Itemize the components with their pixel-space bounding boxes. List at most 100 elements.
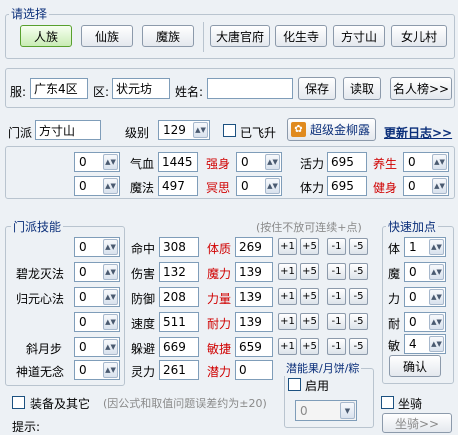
potential-enable-checkbox[interactable] [288,378,301,391]
save-button[interactable]: 保存 [298,77,336,100]
attr-step-button[interactable]: +1 [278,313,297,330]
yangsheng-spinner[interactable]: 0 ▲▼ [403,152,449,172]
spin-arrow-icon[interactable]: ▲▼ [429,336,444,352]
skill-spinner-3[interactable]: 0 ▲▼ [74,287,120,307]
level-arrow-icon[interactable]: ▲▼ [193,122,208,138]
attr-step-button[interactable]: -1 [327,338,346,355]
spin-arrow-icon[interactable]: ▲▼ [429,289,444,305]
name-field[interactable] [207,78,293,99]
attr-step-button[interactable]: +1 [278,288,297,305]
primary-attribute-value[interactable]: 0 [235,360,273,380]
primary-attribute-value[interactable]: 269 [235,237,273,257]
super-liulu-button[interactable]: ✿ 超级金柳露 [287,118,376,141]
skill-spinner-2[interactable]: 0 ▲▼ [74,262,120,282]
spin-arrow-icon[interactable]: ▲▼ [429,314,444,330]
district-field[interactable]: 状元坊 [112,78,170,99]
potential-spinner[interactable]: 0 ▼ [295,400,357,421]
spin-arrow-icon[interactable]: ▲▼ [103,154,118,170]
primary-attribute-value[interactable]: 139 [235,262,273,282]
quick-add-spinner[interactable]: 0 ▲▼ [404,312,446,332]
race-immortal-button[interactable]: 仙族 [81,25,133,47]
skill-spinner-6[interactable]: 0 ▲▼ [74,360,120,380]
top-left-spinner-2[interactable]: 0 ▲▼ [74,176,120,196]
quick-add-label: 体 [388,242,401,256]
spin-arrow-icon[interactable]: ▲▼ [432,178,447,194]
spin-arrow-icon[interactable]: ▲▼ [429,239,444,255]
mingsi-spinner[interactable]: 0 ▲▼ [236,176,282,196]
skill-name-shendao: 神道无念 [16,365,65,379]
attr-step-button[interactable]: +5 [300,238,319,255]
fly-label: 已飞升 [240,126,277,140]
race-demon-button[interactable]: 魔族 [142,25,194,47]
school-fangcun-button[interactable]: 方寸山 [333,25,385,47]
skill-spinner-1[interactable]: 0 ▲▼ [74,237,120,257]
top-left-spinner-1[interactable]: 0 ▲▼ [74,152,120,172]
spin-arrow-icon[interactable]: ▲▼ [103,339,118,355]
school-field[interactable]: 方寸山 [35,120,101,140]
server-label: 服: [10,85,27,99]
primary-attribute-value[interactable]: 139 [235,287,273,307]
spin-arrow-icon[interactable]: ▲▼ [103,289,118,305]
attr-step-button[interactable]: -5 [349,238,368,255]
server-field[interactable]: 广东4区 [30,78,88,99]
attr-step-button[interactable]: -5 [349,288,368,305]
attr-step-button[interactable]: -5 [349,338,368,355]
spin-arrow-icon[interactable]: ▲▼ [103,239,118,255]
attr-step-button[interactable]: +5 [300,263,319,280]
jianshen-spinner[interactable]: 0 ▲▼ [403,176,449,196]
attribute-value: 511 [159,312,199,332]
mount-checkbox[interactable] [381,396,394,409]
primary-attribute-label: 魔力 [207,267,232,281]
attr-step-button[interactable]: +5 [300,338,319,355]
primary-attribute-value[interactable]: 659 [235,337,273,357]
dropdown-arrow-icon[interactable]: ▼ [340,402,355,419]
quick-add-value: 0 [409,265,417,279]
attr-step-button[interactable]: -1 [327,313,346,330]
mount-button[interactable]: 坐骑>> [382,413,452,433]
attr-step-button[interactable]: -1 [327,288,346,305]
quick-add-spinner[interactable]: 4 ▲▼ [404,334,446,354]
attr-step-button[interactable]: +1 [278,338,297,355]
spin-arrow-icon[interactable]: ▲▼ [429,264,444,280]
quick-add-spinner[interactable]: 1 ▲▼ [404,237,446,257]
quick-add-value: 4 [409,337,417,351]
school-datang-button[interactable]: 大唐官府 [210,25,270,47]
select-divider [203,22,204,52]
famous-list-button[interactable]: 名人榜>> [390,77,452,100]
primary-attribute-label: 体质 [207,242,232,256]
skill-spinner-4[interactable]: 0 ▲▼ [74,312,120,332]
attr-step-button[interactable]: +5 [300,313,319,330]
mp-label: 魔法 [130,181,155,195]
mount-label: 坐骑 [398,397,423,411]
spin-arrow-icon[interactable]: ▲▼ [432,154,447,170]
attr-step-button[interactable]: -1 [327,238,346,255]
quick-add-value: 0 [409,290,417,304]
spin-arrow-icon[interactable]: ▲▼ [265,154,280,170]
level-spinner[interactable]: 129 ▲▼ [158,120,210,140]
quick-add-spinner[interactable]: 0 ▲▼ [404,287,446,307]
attr-step-button[interactable]: -5 [349,263,368,280]
confirm-button[interactable]: 确认 [389,355,441,377]
school-nver-button[interactable]: 女儿村 [391,25,447,47]
update-log-link[interactable]: 更新日志>> [384,124,452,141]
load-button[interactable]: 读取 [343,77,381,100]
spin-arrow-icon[interactable]: ▲▼ [103,178,118,194]
equip-checkbox[interactable] [12,396,25,409]
attr-step-button[interactable]: +1 [278,263,297,280]
attr-step-button[interactable]: -5 [349,313,368,330]
fly-checkbox[interactable] [223,124,236,137]
qiangshen-spinner[interactable]: 0 ▲▼ [236,152,282,172]
attr-step-button[interactable]: -1 [327,263,346,280]
primary-attribute-value[interactable]: 139 [235,312,273,332]
attr-step-button[interactable]: +1 [278,238,297,255]
spin-arrow-icon[interactable]: ▲▼ [103,362,118,378]
level-value: 129 [163,123,186,137]
spin-arrow-icon[interactable]: ▲▼ [103,264,118,280]
school-huasheng-button[interactable]: 化生寺 [275,25,327,47]
attr-step-button[interactable]: +5 [300,288,319,305]
race-human-button[interactable]: 人族 [20,25,72,47]
quick-add-spinner[interactable]: 0 ▲▼ [404,262,446,282]
skill-spinner-5[interactable]: 0 ▲▼ [74,337,120,357]
spin-arrow-icon[interactable]: ▲▼ [103,314,118,330]
spin-arrow-icon[interactable]: ▲▼ [265,178,280,194]
